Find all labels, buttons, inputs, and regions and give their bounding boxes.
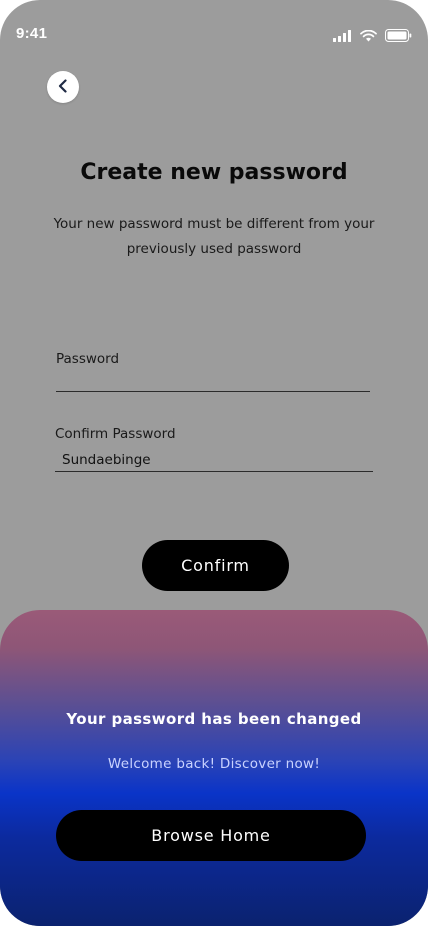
success-subtitle: Welcome back! Discover now! bbox=[107, 756, 321, 772]
password-underline bbox=[56, 391, 370, 392]
confirm-password-underline bbox=[55, 471, 373, 472]
page-title: Create new password bbox=[80, 160, 348, 185]
back-button[interactable] bbox=[47, 71, 79, 103]
password-label: Password bbox=[56, 351, 120, 367]
wifi-icon bbox=[360, 27, 377, 46]
status-bar: 9:41 bbox=[0, 0, 428, 60]
page-subtitle: Your new password must be different from… bbox=[53, 216, 375, 257]
success-title: Your password has been changed bbox=[66, 710, 362, 728]
success-sheet: Your password has been changed Welcome b… bbox=[0, 610, 428, 926]
confirm-password-label: Confirm Password bbox=[55, 426, 176, 442]
status-icons bbox=[333, 27, 412, 46]
battery-icon bbox=[385, 27, 412, 46]
chevron-left-icon bbox=[57, 78, 69, 97]
confirm-button[interactable]: Confirm bbox=[142, 540, 289, 591]
confirm-password-input[interactable] bbox=[62, 450, 370, 470]
status-time: 9:41 bbox=[16, 25, 48, 42]
browse-home-button[interactable]: Browse Home bbox=[56, 810, 366, 861]
password-input[interactable] bbox=[56, 370, 370, 390]
phone-screen: 9:41 Create new password Your new passwo… bbox=[0, 0, 428, 926]
cellular-signal-icon bbox=[333, 27, 352, 46]
